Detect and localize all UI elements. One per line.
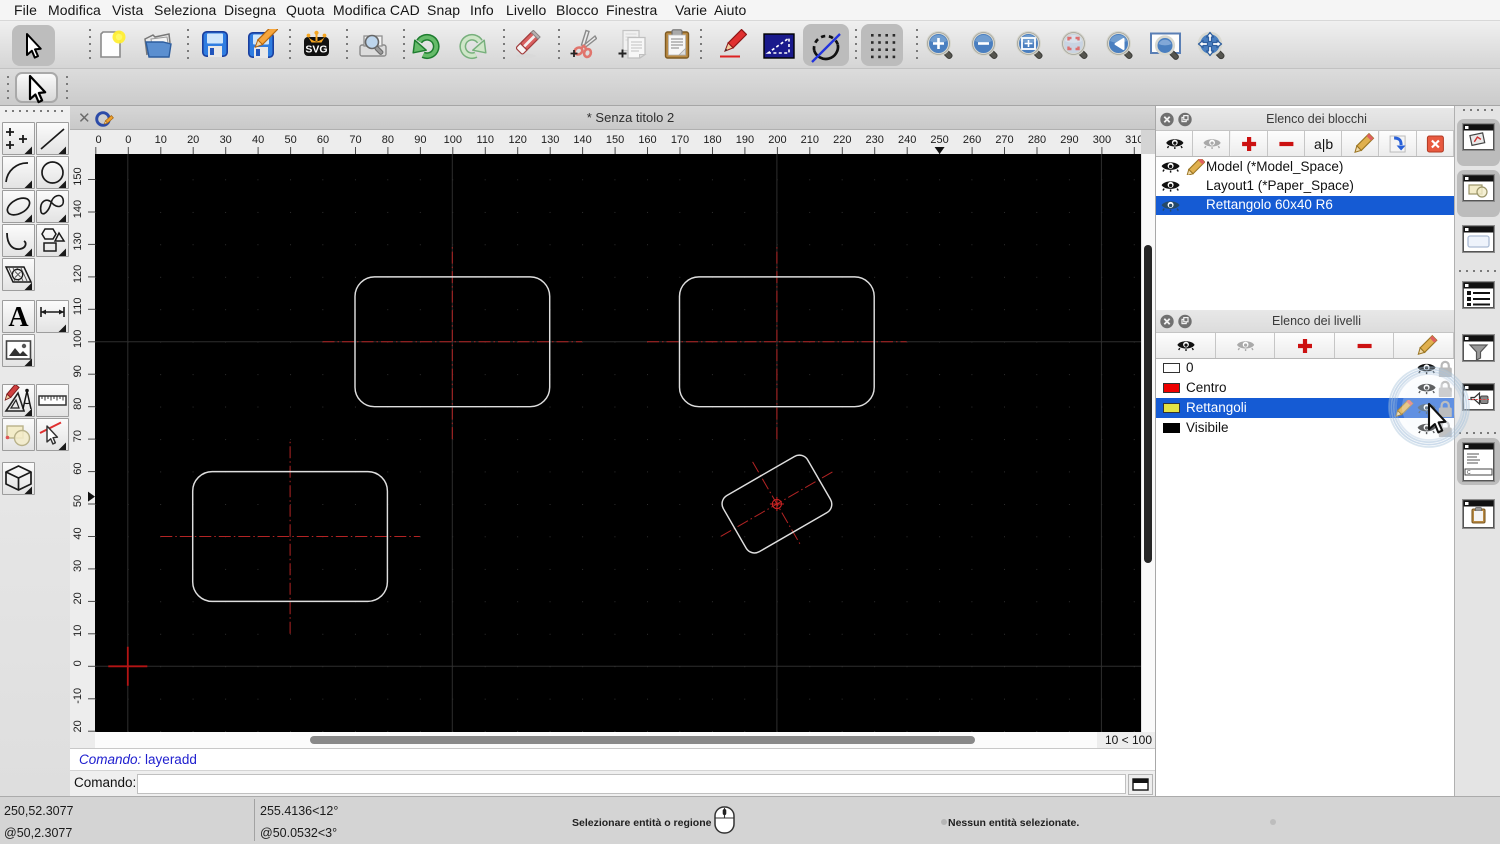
svg-text:140: 140 <box>573 134 591 146</box>
svg-text:200: 200 <box>768 134 786 146</box>
svg-text:70: 70 <box>349 134 361 146</box>
svg-text:310: 310 <box>1125 134 1141 146</box>
svg-text:50: 50 <box>72 495 84 507</box>
svg-text:10: 10 <box>72 625 84 637</box>
svg-text:40: 40 <box>72 527 84 539</box>
svg-text:20: 20 <box>72 592 84 604</box>
svg-text:170: 170 <box>670 134 688 146</box>
svg-text:100: 100 <box>72 330 84 348</box>
svg-text:0: 0 <box>125 134 131 146</box>
svg-text:80: 80 <box>381 134 393 146</box>
svg-text:150: 150 <box>72 167 84 185</box>
svg-text:C: C <box>1467 470 1471 476</box>
svg-text:40: 40 <box>251 134 263 146</box>
svg-text:240: 240 <box>898 134 916 146</box>
svg-text:300: 300 <box>1092 134 1110 146</box>
svg-text:120: 120 <box>72 265 84 283</box>
svg-text:30: 30 <box>72 560 84 572</box>
svg-text:210: 210 <box>800 134 818 146</box>
svg-text:110: 110 <box>72 298 84 316</box>
svg-text:A: A <box>8 302 29 332</box>
svg-text:100: 100 <box>443 134 461 146</box>
svg-text:90: 90 <box>72 365 84 377</box>
svg-text:160: 160 <box>638 134 656 146</box>
svg-text:80: 80 <box>72 398 84 410</box>
svg-text:260: 260 <box>962 134 980 146</box>
svg-text:270: 270 <box>995 134 1013 146</box>
svg-text:-10: -10 <box>72 688 84 704</box>
svg-text:130: 130 <box>541 134 559 146</box>
svg-text:60: 60 <box>72 462 84 474</box>
svg-text:180: 180 <box>703 134 721 146</box>
svg-text:190: 190 <box>735 134 753 146</box>
svg-text:0: 0 <box>72 660 84 666</box>
svg-text:150: 150 <box>605 134 623 146</box>
svg-text:0: 0 <box>95 134 101 146</box>
svg-text:-20: -20 <box>72 720 84 732</box>
svg-text:30: 30 <box>219 134 231 146</box>
svg-text:70: 70 <box>72 430 84 442</box>
svg-text:110: 110 <box>476 134 494 146</box>
svg-text:20: 20 <box>187 134 199 146</box>
svg-text:120: 120 <box>508 134 526 146</box>
svg-text:SVG: SVG <box>305 44 327 56</box>
svg-text:230: 230 <box>865 134 883 146</box>
svg-text:90: 90 <box>414 134 426 146</box>
svg-text:50: 50 <box>284 134 296 146</box>
svg-text:220: 220 <box>833 134 851 146</box>
svg-text:140: 140 <box>72 200 84 218</box>
svg-text:10: 10 <box>154 134 166 146</box>
svg-text:60: 60 <box>316 134 328 146</box>
svg-text:250: 250 <box>930 134 948 146</box>
svg-text:280: 280 <box>1027 134 1045 146</box>
svg-text:290: 290 <box>1060 134 1078 146</box>
svg-text:a|b: a|b <box>1314 136 1333 152</box>
svg-text:130: 130 <box>72 232 84 250</box>
